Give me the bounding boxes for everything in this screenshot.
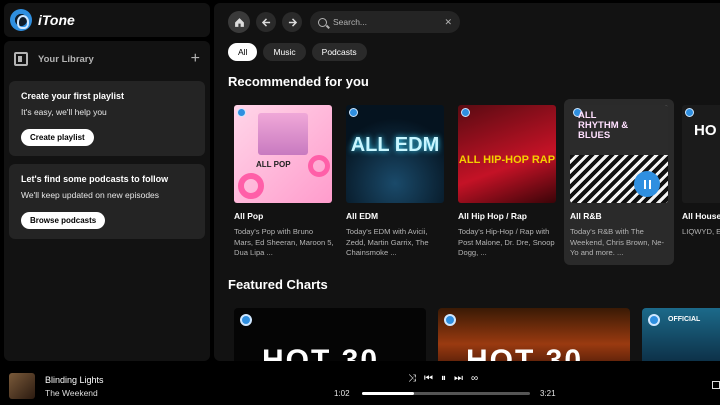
playlist-description: Today's Pop with Bruno Mars, Ed Sheeran,… [234,227,334,258]
pause-button[interactable] [634,171,660,197]
chart-cover-text: HOT 30 [262,344,380,361]
create-playlist-button[interactable]: Create playlist [21,129,94,146]
playlist-cover: ALL POP [234,105,332,203]
home-button[interactable] [228,11,250,33]
cover-text: ALL EDM [350,134,440,156]
playlist-card-all-pop[interactable]: ALL POP All Pop Today's Pop with Bruno M… [228,99,338,265]
playback-controls: ⤨ ⏮ ⏸ ⏭ ∞ [404,373,482,384]
playlist-title: All Hip Hop / Rap [458,211,527,221]
recommended-row: ALL POP All Pop Today's Pop with Bruno M… [228,99,720,265]
duration-time: 3:21 [540,389,556,398]
cover-text: ALL POP [256,160,291,169]
browse-podcasts-card: Let's find some podcasts to follow We'll… [9,164,205,239]
cover-text: ALL HIP-HOP RAP [458,154,556,166]
chip-music[interactable]: Music [263,43,306,61]
elapsed-time: 1:02 [334,389,350,398]
playlist-cover: HO [682,105,720,203]
close-icon[interactable]: ✕ [444,17,452,28]
itone-badge-icon [349,108,358,117]
playlist-title: All R&B [570,211,602,221]
top-bar: Search... ✕ [228,11,460,33]
playlist-title: All Pop [234,211,264,221]
repeat-icon[interactable]: ∞ [471,373,478,384]
itone-badge-icon [685,108,694,117]
search-placeholder: Search... [333,17,368,27]
playlist-card-all-hip-hop[interactable]: ALL HIP-HOP RAP All Hip Hop / Rap Today'… [452,99,562,265]
itone-badge-icon [444,314,456,326]
main-panel: Search... ✕ All Music Podcasts Recommend… [214,3,720,361]
playlist-card-all-house[interactable]: HO All House LIQWYD, E Chills, Day [676,99,720,265]
library-icon[interactable] [14,52,28,66]
playlist-card-all-edm[interactable]: ALL EDM All EDM Today's EDM with Avicii,… [340,99,450,265]
card-title: Create your first playlist [21,91,125,101]
recommended-heading: Recommended for you [228,74,369,89]
playlist-description: Today's EDM with Avicii, Zedd, Martin Ga… [346,227,429,258]
search-icon [318,17,327,27]
app-name: iTone [38,12,75,28]
browse-podcasts-button[interactable]: Browse podcasts [21,212,106,229]
arrow-right-icon [288,17,297,27]
now-playing-cover[interactable] [9,373,35,399]
cover-text: HO [694,122,717,139]
chart-cover-text: HOT 30 [466,344,584,361]
chart-card[interactable]: HOT 30 [438,308,630,361]
search-input[interactable]: Search... ✕ [310,11,460,33]
playlist-description: Today's Hip-Hop / Rap with Post Malone, … [458,227,555,258]
cover-text: ALL RHYTHM & BLUES [578,110,629,141]
playlist-description: Today's R&B with The Weekend, Chris Brow… [570,227,664,258]
pause-icon [643,179,646,189]
add-icon[interactable]: + [191,51,200,67]
itone-badge-icon [648,314,660,326]
itone-badge-icon [240,314,252,326]
playlist-title: All House [682,211,720,221]
itone-logo-icon [10,9,32,31]
progress-bar[interactable] [362,392,530,395]
previous-icon[interactable]: ⏮ [424,373,433,384]
back-button[interactable] [256,12,276,32]
chart-card[interactable]: HOT 30 [234,308,426,361]
chip-all[interactable]: All [228,43,258,61]
library-header: Your Library + [4,41,210,77]
playlist-title: All EDM [346,211,379,221]
playlist-cover: ALL EDM [346,105,444,203]
now-playing-title[interactable]: Blinding Lights [45,375,104,385]
playlist-cover: ALL HIP-HOP RAP [458,105,556,203]
app-logo[interactable]: iTone [4,3,210,37]
chip-podcasts[interactable]: Podcasts [311,43,367,61]
itone-badge-icon [237,108,246,117]
library-panel: Your Library + Create your first playlis… [4,41,210,361]
progress-fill [362,392,415,395]
featured-heading: Featured Charts [228,277,328,292]
queue-icon[interactable] [712,381,720,389]
card-subtitle: We'll keep updated on new episodes [21,190,160,200]
playlist-description: LIQWYD, E Chills, Day [682,227,720,236]
create-playlist-card: Create your first playlist It's easy, we… [9,81,205,156]
next-icon[interactable]: ⏭ [454,373,463,384]
card-subtitle: It's easy, we'll help you [21,107,107,117]
library-title[interactable]: Your Library [38,54,94,65]
featured-charts-row: HOT 30 HOT 30 OFFICIAL [234,308,720,361]
chart-cover-text: OFFICIAL [668,316,701,323]
chart-card[interactable]: OFFICIAL [642,308,720,361]
pause-icon[interactable]: ⏸ [441,373,446,384]
home-icon [234,17,244,27]
playlist-card-all-rnb[interactable]: ALL RHYTHM & BLUES All R&B Today's R&B w… [564,99,674,265]
arrow-left-icon [261,17,270,27]
player-bar: Blinding Lights The Weekend ⤨ ⏮ ⏸ ⏭ ∞ 1:… [0,365,720,405]
itone-badge-icon [461,108,470,117]
shuffle-icon[interactable]: ⤨ [408,373,416,384]
forward-button[interactable] [282,12,302,32]
filter-chips: All Music Podcasts [228,43,373,61]
now-playing-artist[interactable]: The Weekend [45,388,98,398]
card-title: Let's find some podcasts to follow [21,174,169,184]
